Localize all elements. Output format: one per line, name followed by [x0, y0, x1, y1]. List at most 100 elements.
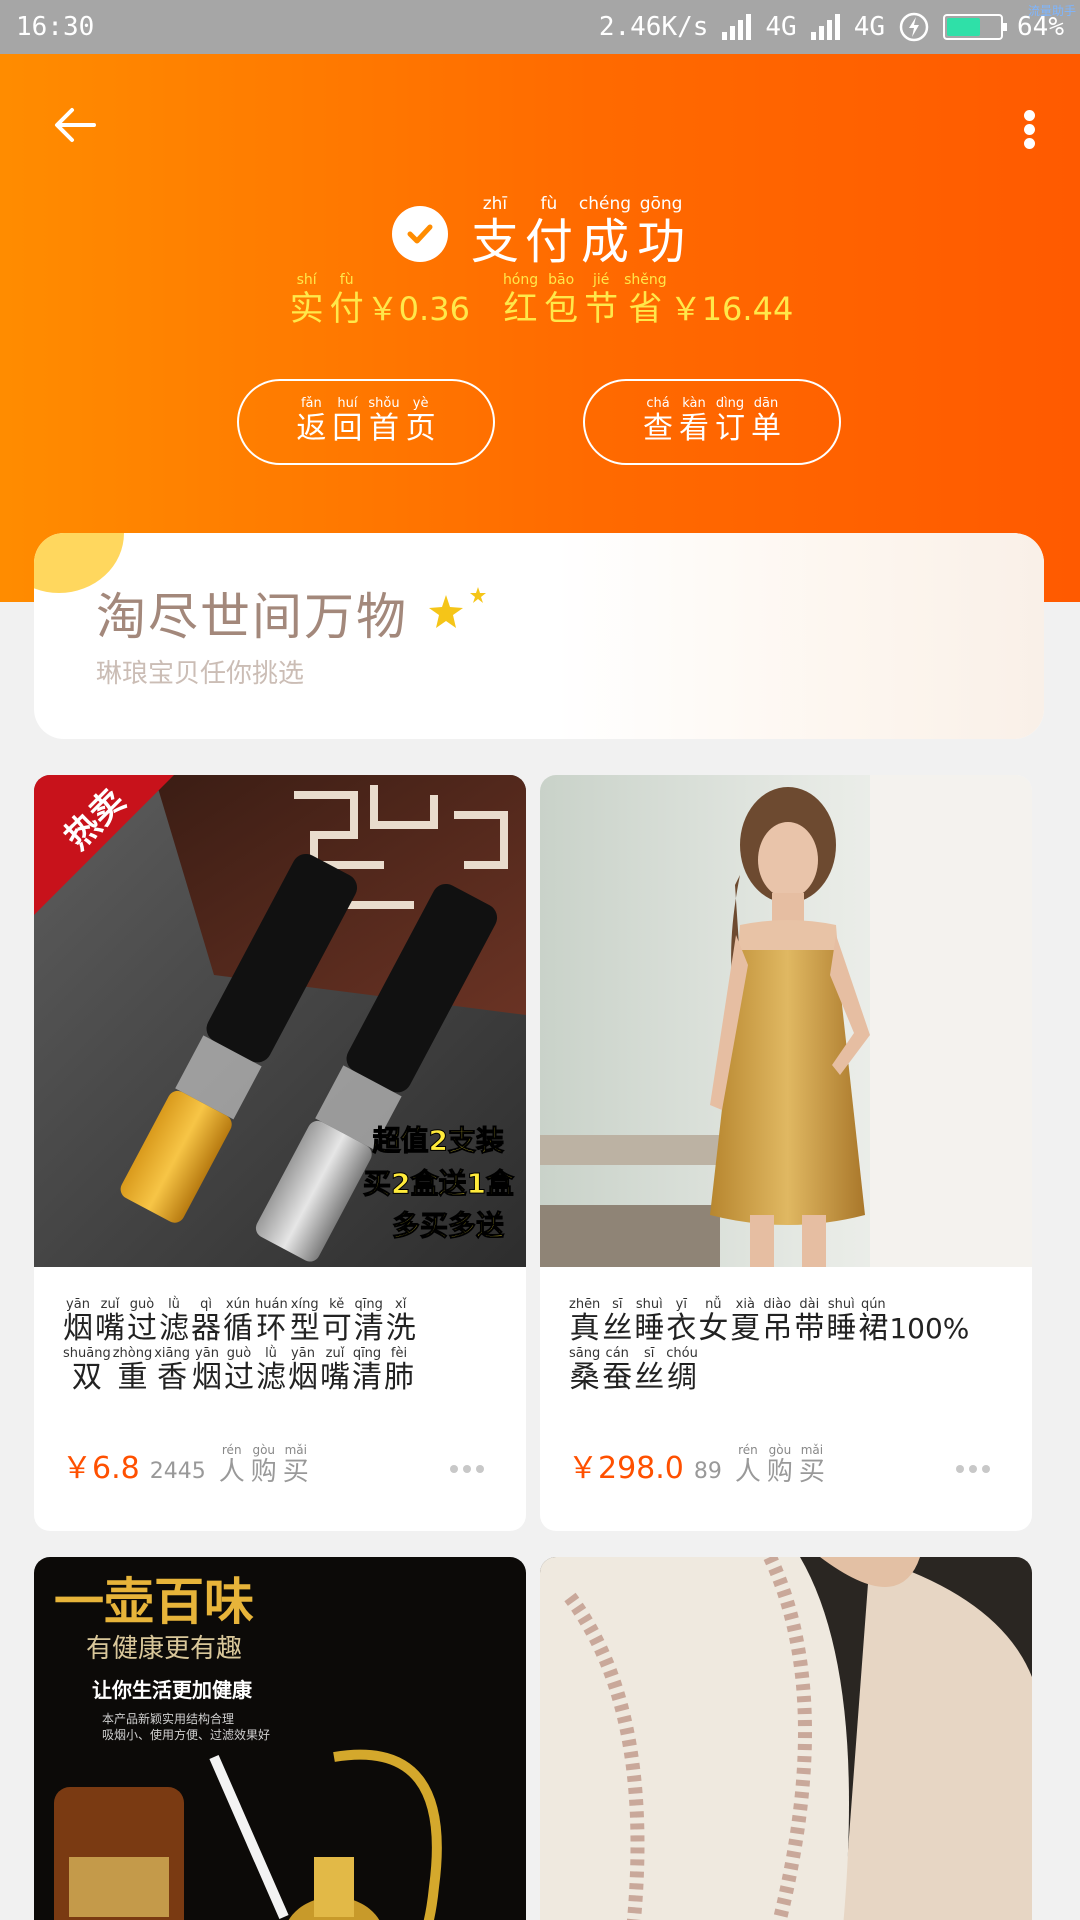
hanzi: 烟	[288, 1360, 318, 1395]
ruby-char: sī 丝	[634, 1346, 664, 1395]
pinyin: shuì	[635, 1297, 663, 1312]
ruby-char: qīng 清	[352, 1346, 382, 1395]
pinyin: yān	[291, 1346, 315, 1361]
pinyin: sāng	[569, 1346, 601, 1361]
ruby-char: yī 衣	[666, 1297, 696, 1346]
pinyin: xún	[225, 1297, 251, 1312]
hanzi: 睡	[826, 1311, 857, 1346]
pinyin: zuǐ	[100, 1297, 120, 1312]
pinyin: qì	[200, 1297, 212, 1312]
stars-icon	[429, 587, 486, 628]
ruby-char: xíng 型	[290, 1297, 320, 1346]
back-arrow-icon[interactable]	[50, 100, 100, 150]
pinyin: gòu	[768, 1443, 792, 1457]
hanzi: 省	[628, 289, 663, 329]
ruby-char: xǐ 洗	[386, 1297, 416, 1346]
status-indicators: 2.46K/s 4G 4G 64%	[599, 12, 1064, 42]
pinyin: zhòng	[112, 1346, 153, 1361]
success-title: zhī 支 fù 付 chéng 成 gōng 功	[0, 194, 1080, 270]
more-options-icon[interactable]	[956, 1465, 990, 1473]
product-title-line-1: yān 烟 zuǐ 嘴 guò 过 lǜ 滤 qì 器 xún 循 huán 环 xíng 型 kě 可 qīng 清…	[62, 1297, 502, 1346]
ruby-char: shǒu 首	[368, 397, 399, 447]
ruby-char: shěng 省	[624, 272, 667, 330]
pinyin: sī	[644, 1346, 655, 1361]
payment-success-page: 16:30 2.46K/s 4G 4G 64% 流量助手 zhī 支 fù 付 chén…	[0, 0, 1080, 1920]
ruby-char: sī 丝	[602, 1297, 632, 1346]
more-menu-icon[interactable]	[1010, 94, 1050, 154]
hanzi: 付	[329, 289, 364, 329]
sold-label: rén 人 gòu 购 mǎi 买	[732, 1443, 828, 1487]
ruby-char: rén 人	[219, 1443, 245, 1487]
product-card[interactable]: zhēn 真 sī 丝 shuì 睡 yī 衣 nǚ 女 xià 夏 diào 吊 dài 带 shuì 睡 qún…	[540, 775, 1032, 1531]
status-time: 16:30	[16, 12, 95, 42]
ruby-char: shuāng 双	[63, 1346, 111, 1395]
pinyin: lǜ	[265, 1346, 277, 1361]
more-options-icon[interactable]	[450, 1465, 484, 1473]
product-title-suffix: 100%	[889, 1312, 970, 1345]
ruby-char: qì 器	[191, 1297, 221, 1346]
ruby-char: zhī 支	[471, 194, 519, 270]
ruby-char: shuì 睡	[826, 1297, 856, 1346]
hanzi: 器	[191, 1311, 221, 1346]
hanzi: 返	[296, 411, 327, 446]
view-order-label: chá 查 kàn 看 dìng 订 dān 单	[640, 397, 784, 447]
charging-icon	[899, 12, 929, 42]
ruby-char: fù 付	[330, 272, 364, 330]
product-image[interactable]	[540, 775, 1032, 1267]
pinyin: jié	[592, 272, 610, 288]
back-to-home-button[interactable]: fǎn 返 huí 回 shǒu 首 yè 页	[237, 379, 495, 465]
hanzi: 查	[643, 411, 673, 446]
hanzi: 女	[698, 1311, 729, 1346]
overlay-text-1: 超值2支装	[373, 1124, 504, 1157]
pinyin: lǜ	[168, 1297, 180, 1312]
hanzi: 人	[218, 1457, 245, 1487]
overlay-title: 一壶百味	[54, 1573, 254, 1631]
pinyin: dài	[799, 1297, 820, 1312]
ruby-char: yè 页	[406, 397, 436, 447]
product-card[interactable]: 热卖 超值2支装 买2盒送1盒 多买多送 yān 烟 zuǐ 嘴 guò 过 lǜ 滤 qì 器 x…	[34, 775, 526, 1531]
ruby-char: yān 烟	[288, 1346, 318, 1395]
product-card[interactable]: 一壶百味 有健康更有趣 让你生活更加健康 本产品新颖实用结构合理 吸烟小、使用方…	[34, 1557, 526, 1920]
pinyin: fǎn	[300, 396, 322, 411]
hanzi: 双	[71, 1360, 102, 1395]
hanzi: 肺	[384, 1360, 414, 1395]
ruby-char: nǚ 女	[698, 1297, 728, 1346]
ruby-char: shí 实	[290, 272, 324, 330]
ruby-char: fèi 肺	[384, 1346, 414, 1395]
network-type-1: 4G	[765, 12, 797, 42]
product-image[interactable]: 一壶百味 有健康更有趣 让你生活更加健康 本产品新颖实用结构合理 吸烟小、使用方…	[34, 1557, 526, 1920]
ruby-char: dān 单	[751, 397, 781, 447]
pinyin: fù	[339, 272, 354, 288]
hanzi: 包	[544, 289, 579, 329]
promo-banner[interactable]: 淘尽世间万物 琳琅宝贝任你挑选	[34, 533, 1044, 739]
hanzi: 功	[637, 214, 686, 270]
product-card[interactable]	[540, 1557, 1032, 1920]
sold-count: 89	[693, 1459, 722, 1484]
hanzi: 页	[405, 411, 436, 446]
ruby-char: chá 查	[643, 397, 673, 447]
paid-group: shí 实 fù 付 ￥0.36	[287, 272, 470, 330]
saved-amount: ￥16.44	[669, 290, 794, 328]
ruby-char: zhòng 重	[113, 1346, 153, 1395]
hanzi: 烟	[192, 1360, 222, 1395]
view-order-button[interactable]: chá 查 kàn 看 dìng 订 dān 单	[583, 379, 841, 465]
product-image[interactable]	[540, 1557, 1032, 1920]
hanzi: 过	[224, 1360, 254, 1395]
hanzi: 清	[353, 1311, 384, 1346]
back-to-home-label: fǎn 返 huí 回 shǒu 首 yè 页	[293, 397, 438, 447]
ruby-char: zuǐ 嘴	[95, 1297, 125, 1346]
product-image[interactable]: 热卖 超值2支装 买2盒送1盒 多买多送	[34, 775, 526, 1267]
ruby-char: gòu 购	[251, 1443, 277, 1487]
hanzi: 成	[580, 214, 629, 270]
hanzi: 嘴	[320, 1360, 350, 1395]
pinyin: gòu	[252, 1443, 276, 1457]
ruby-char: chéng 成	[579, 194, 631, 270]
hanzi: 付	[524, 214, 573, 270]
pinyin: yān	[66, 1297, 90, 1312]
hanzi: 丝	[602, 1311, 633, 1346]
ruby-char: xún 循	[223, 1297, 253, 1346]
hanzi: 首	[369, 411, 399, 446]
ruby-char: sāng 桑	[569, 1346, 600, 1395]
ruby-char: fù 付	[525, 194, 573, 270]
hanzi: 嘴	[95, 1311, 125, 1346]
